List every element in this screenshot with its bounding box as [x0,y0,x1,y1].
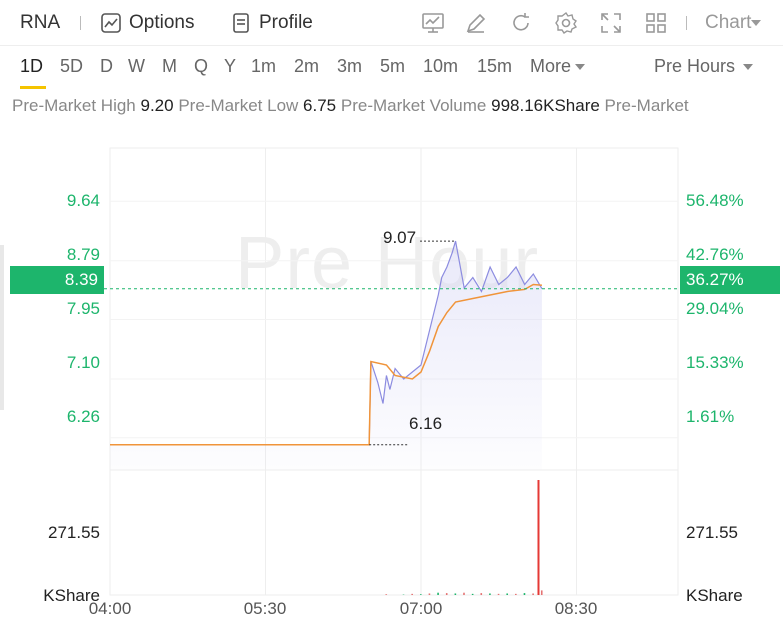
x-tick-label: 05:30 [243,599,287,618]
volume-bar [463,592,465,595]
volume-bar [454,593,457,595]
volume-bar [523,593,526,595]
volume-bar [489,593,491,595]
y-tick-label: 7.10 [66,353,100,372]
price-area-fill [110,241,542,470]
y-tick-label: 9.64 [66,191,100,210]
volume-bar [480,593,483,595]
volume-bar [540,590,543,595]
volume-bar [437,592,439,595]
volume-tick-label: 271.55 [48,523,100,542]
y-tick-pct-label: 1.61% [686,407,735,426]
volume-bar [428,593,431,595]
y-tick-label: 7.95 [66,299,100,318]
volume-bar [515,593,517,595]
low-annotation: 6.16 [409,414,443,433]
y-tick-pct-label: 29.04% [686,299,744,318]
y-tick-pct-label: 15.33% [686,353,744,372]
volume-unit-label-right: KShare [686,586,743,605]
volume-bar [411,593,413,595]
volume-bar [537,480,540,595]
volume-bar [506,593,508,595]
price-chart[interactable] [0,0,783,625]
current-change-tag: 36.27% [680,266,780,294]
y-tick-pct-label: 56.48% [686,191,744,210]
volume-bar [385,594,388,595]
volume-tick-label-right: 271.55 [686,523,738,542]
volume-bar [532,593,534,595]
volume-bar [420,594,422,595]
x-tick-label: 08:30 [554,599,598,618]
y-tick-label: 8.79 [66,245,100,264]
current-price-tag: 8.39 [10,266,104,294]
y-tick-label: 6.26 [66,407,100,426]
volume-bar [497,593,500,595]
y-tick-pct-label: 42.76% [686,245,744,264]
volume-bar [471,593,474,595]
volume-bar [445,593,448,595]
x-tick-label: 04:00 [88,599,132,618]
high-annotation: 9.07 [383,228,417,247]
x-tick-label: 07:00 [399,599,443,618]
